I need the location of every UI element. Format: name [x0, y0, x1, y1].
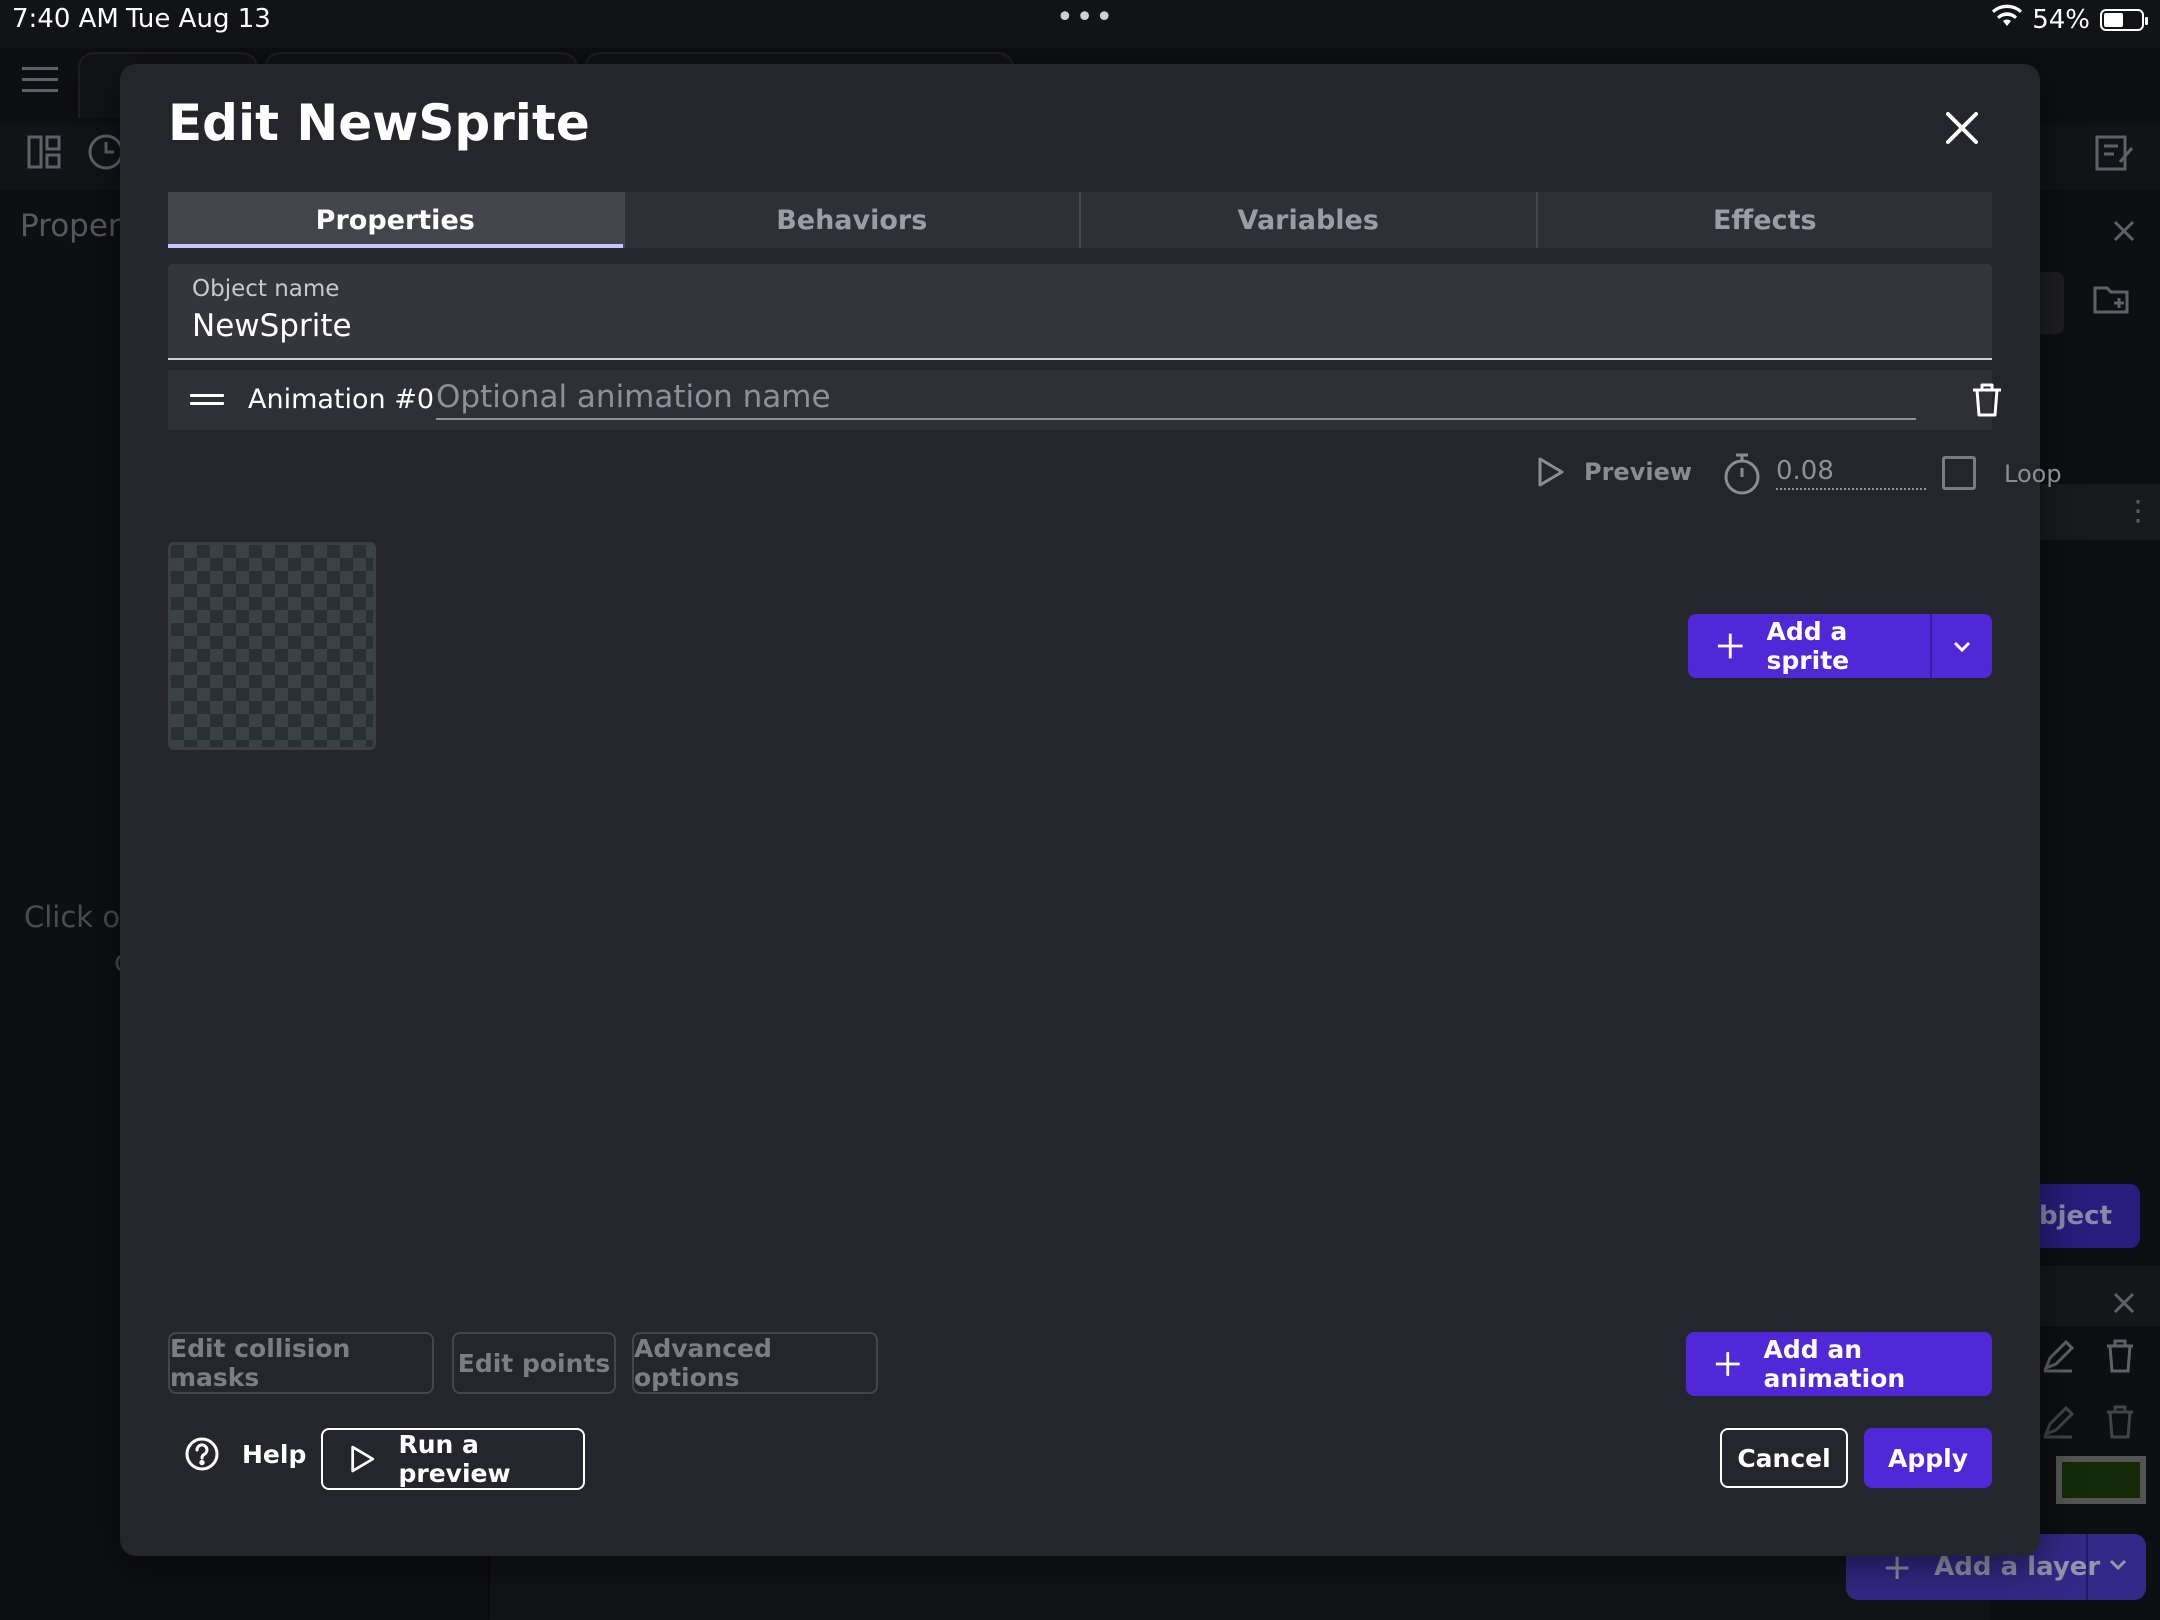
trash-icon: [1973, 383, 2001, 417]
plus-icon: [1717, 633, 1743, 659]
run-preview-button[interactable]: Run a preview: [321, 1428, 585, 1490]
status-bar: 7:40 AM Tue Aug 13 ••• 54%: [0, 0, 2160, 40]
add-sprite-label: Add a sprite: [1766, 617, 1850, 675]
object-name-field[interactable]: Object name: [168, 264, 1992, 360]
object-name-input[interactable]: [192, 308, 1892, 344]
status-right: 54%: [1992, 4, 2148, 35]
animation-name-input[interactable]: [436, 376, 1916, 420]
battery-tip: [2145, 16, 2148, 25]
preview-animation-button[interactable]: Preview: [1536, 456, 1692, 488]
cancel-button[interactable]: Cancel: [1720, 1428, 1848, 1488]
delete-animation-button[interactable]: [1970, 382, 2006, 420]
status-date: Tue Aug 13: [126, 4, 271, 34]
battery-level: [2104, 12, 2123, 27]
preview-label: Preview: [1584, 458, 1693, 486]
multitasking-dots-icon[interactable]: •••: [1056, 0, 1115, 35]
add-animation-button[interactable]: Add an animation: [1686, 1332, 1992, 1396]
sprite-frame-thumbnail[interactable]: [168, 542, 376, 750]
frame-timing-input[interactable]: [1776, 456, 1926, 490]
animation-label: Animation #0: [248, 384, 435, 415]
tab-effects[interactable]: Effects: [1535, 192, 1993, 248]
close-dialog-button[interactable]: [1938, 104, 1986, 152]
play-icon: [351, 1445, 375, 1473]
add-animation-label: Add an animation: [1763, 1335, 1906, 1393]
close-icon: [1946, 112, 1978, 144]
edit-points-button[interactable]: Edit points: [452, 1332, 616, 1394]
battery-icon: [2100, 8, 2148, 31]
drag-handle-icon[interactable]: [190, 394, 224, 408]
object-name-label: Object name: [192, 276, 340, 302]
help-label: Help: [242, 1439, 307, 1469]
tab-variables[interactable]: Variables: [1079, 192, 1536, 248]
advanced-options-button[interactable]: Advanced options: [632, 1332, 878, 1394]
loop-checkbox[interactable]: [1942, 456, 1976, 490]
status-time: 7:40 AM: [12, 4, 119, 34]
tab-behaviors[interactable]: Behaviors: [622, 192, 1080, 248]
edit-object-dialog: Edit NewSprite Properties Behaviors Vari…: [120, 64, 2062, 1556]
help-icon: [185, 1437, 219, 1471]
animation-header: Animation #0: [168, 370, 2001, 430]
wifi-icon: [1992, 4, 2023, 35]
add-sprite-button[interactable]: Add a sprite: [1688, 614, 1932, 678]
help-button[interactable]: Help: [184, 1424, 306, 1484]
animation-controls: Preview Loop: [1420, 452, 2062, 502]
play-icon: [1538, 457, 1564, 487]
timer-icon: [1722, 452, 1762, 500]
add-sprite-split-button: Add a sprite: [1688, 614, 1992, 678]
tab-properties[interactable]: Properties: [168, 192, 623, 248]
plus-icon: [1715, 1352, 1740, 1376]
edit-collision-masks-button[interactable]: Edit collision masks: [168, 1332, 434, 1394]
add-sprite-dropdown[interactable]: [1932, 614, 1992, 678]
dialog-tabs: Properties Behaviors Variables Effects: [168, 192, 1992, 248]
battery-percent: 54%: [2032, 4, 2090, 35]
run-preview-label: Run a preview: [398, 1430, 511, 1488]
chevron-down-icon: [1953, 641, 1971, 653]
apply-button[interactable]: Apply: [1864, 1428, 1992, 1488]
dialog-title: Edit NewSprite: [168, 94, 590, 152]
loop-label: Loop: [2004, 460, 2062, 488]
